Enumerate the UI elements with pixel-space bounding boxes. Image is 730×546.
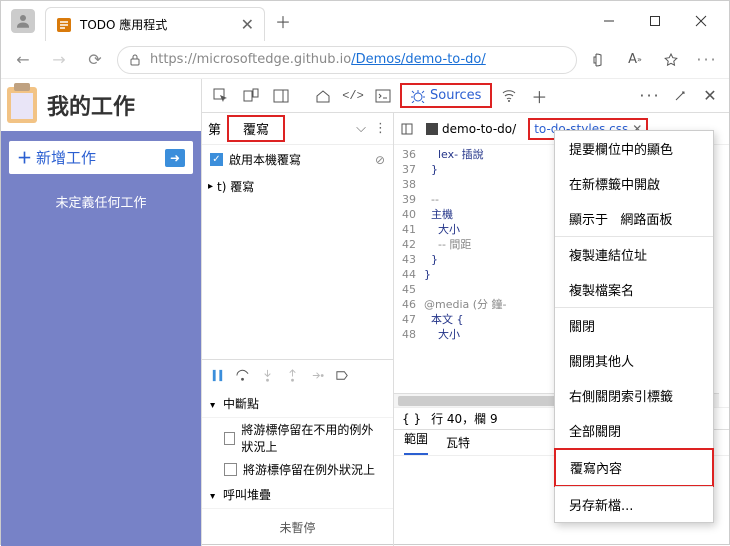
more-icon[interactable]: ···: [693, 46, 721, 74]
ctx-close-others[interactable]: 關閉其他人: [555, 343, 713, 378]
navigator-pane: 第 覆寫 ⌵ ⋮ ✓ 啟用本機覆寫 ⊘ ▸t) 覆寫: [202, 113, 394, 546]
ctx-open-new-tab[interactable]: 在新標籤中開啟: [555, 166, 713, 201]
address-bar: ← → ⟳ https://microsoftedge.github.io/De…: [1, 41, 729, 79]
lock-icon: [128, 53, 142, 67]
nav-tab-first[interactable]: 第: [208, 119, 221, 138]
devtools-settings-icon[interactable]: [667, 83, 693, 109]
not-paused-text: 未暫停: [202, 509, 393, 546]
welcome-icon[interactable]: [310, 83, 336, 109]
devtools-tabbar: </> Sources ＋ ··· ✕: [202, 79, 729, 113]
ctx-close-right[interactable]: 右側關閉索引標籤: [555, 378, 713, 413]
sources-label: Sources: [430, 88, 481, 103]
ctx-save-as[interactable]: 另存新檔...: [555, 487, 713, 522]
ctx-close-all[interactable]: 全部關閉: [555, 413, 713, 448]
ctx-copy-filename[interactable]: 複製檔案名: [555, 272, 713, 307]
bug-icon: [411, 89, 425, 103]
page-title: 我的工作: [47, 89, 135, 121]
step-over-icon[interactable]: [235, 368, 250, 383]
bp1-checkbox[interactable]: [224, 432, 235, 445]
profile-avatar[interactable]: [11, 9, 35, 33]
file-nav-icon[interactable]: [400, 122, 414, 136]
scope-tab[interactable]: 範圍: [404, 430, 428, 455]
enable-overrides-checkbox[interactable]: ✓: [210, 153, 223, 166]
url-field[interactable]: https://microsoftedge.github.io/Demos/de…: [117, 46, 577, 74]
nav-forward-button: →: [45, 46, 73, 74]
pause-icon[interactable]: [210, 368, 225, 383]
devtools-more-icon[interactable]: ···: [637, 83, 663, 109]
clear-icon[interactable]: ⊘: [375, 153, 385, 167]
more-tabs-button[interactable]: ＋: [526, 83, 552, 109]
tab-close-icon[interactable]: ✕: [241, 15, 254, 34]
cursor-position: 行 40，欄 9: [431, 410, 498, 427]
tab-title: TODO 應用程式: [80, 16, 233, 33]
text-size-icon[interactable]: A»: [621, 46, 649, 74]
submit-arrow-icon[interactable]: ➜: [165, 149, 185, 167]
ctx-show-in[interactable]: 顯示于 網路面板: [555, 201, 713, 236]
bp2-label: 將游標停留在例外狀況上: [243, 461, 375, 478]
plus-icon: ＋: [17, 147, 32, 168]
enable-overrides-label: 啟用本機覆寫: [229, 151, 301, 168]
favorite-icon[interactable]: [657, 46, 685, 74]
step-into-icon[interactable]: [260, 368, 275, 383]
format-icon[interactable]: { }: [402, 412, 421, 426]
ctx-copy-link[interactable]: 複製連結位址: [555, 237, 713, 272]
nav-tab-overrides[interactable]: 覆寫: [227, 115, 285, 142]
nav-reload-button[interactable]: ⟳: [81, 46, 109, 74]
context-menu: 提要欄位中的顯色 在新標籤中開啟 顯示于 網路面板 複製連結位址 複製檔案名 關…: [554, 130, 714, 523]
add-task-input[interactable]: ＋ 新增工作 ➜: [9, 141, 193, 174]
device-icon[interactable]: [238, 83, 264, 109]
code-tab-demo[interactable]: demo-to-do/: [420, 120, 522, 138]
inspect-icon[interactable]: [208, 83, 234, 109]
window-minimize-button[interactable]: [587, 6, 631, 36]
ctx-reveal[interactable]: 提要欄位中的顯色: [555, 131, 713, 166]
deactivate-bp-icon[interactable]: [335, 368, 350, 383]
bp2-checkbox[interactable]: [224, 463, 237, 476]
url-path: /Demos/demo-to-do/: [351, 52, 486, 67]
nav-tabs-more-icon[interactable]: ⋮: [374, 121, 387, 136]
new-tab-button[interactable]: ＋: [269, 7, 297, 35]
empty-state-text: 未定義任何工作: [9, 192, 193, 211]
ctx-override-content[interactable]: 覆寫內容: [554, 448, 714, 487]
elements-icon[interactable]: </>: [340, 83, 366, 109]
bp1-label: 將游標停留在不用的例外狀況上: [241, 421, 385, 455]
demo-page: 我的工作 ＋ 新增工作 ➜ 未定義任何工作: [1, 79, 201, 546]
window-close-button[interactable]: [679, 6, 723, 36]
ctx-close[interactable]: 關閉: [555, 308, 713, 343]
clipboard-icon: [7, 87, 37, 123]
html-file-icon: [426, 123, 438, 135]
nav-tree-root[interactable]: ▸t) 覆寫: [208, 178, 387, 195]
watch-tab[interactable]: 瓦特: [446, 434, 470, 451]
favicon-checklist-icon: [56, 17, 72, 33]
browser-tab[interactable]: TODO 應用程式 ✕: [45, 7, 265, 41]
step-out-icon[interactable]: [285, 368, 300, 383]
devtools-close-icon[interactable]: ✕: [697, 83, 723, 109]
network-icon[interactable]: [496, 83, 522, 109]
window-titlebar: TODO 應用程式 ✕ ＋: [1, 1, 729, 41]
panel-icon[interactable]: [268, 83, 294, 109]
console-icon[interactable]: [370, 83, 396, 109]
window-maximize-button[interactable]: [633, 6, 677, 36]
step-icon[interactable]: [310, 368, 325, 383]
add-task-label: 新增工作: [36, 147, 96, 168]
callstack-header[interactable]: 呼叫堆疊: [223, 486, 271, 503]
breakpoints-header[interactable]: 中斷點: [223, 395, 259, 412]
read-aloud-icon[interactable]: [585, 46, 613, 74]
debugger-pane: 中斷點 將游標停留在不用的例外狀況上 將游標停留在例外狀況上 呼叫堆疊 未暫停: [202, 359, 393, 546]
sources-tab[interactable]: Sources: [400, 83, 492, 108]
nav-back-button[interactable]: ←: [9, 46, 37, 74]
url-host: https://microsoftedge.github.io: [150, 52, 351, 67]
nav-tabs-chevron-icon[interactable]: ⌵: [356, 121, 366, 136]
